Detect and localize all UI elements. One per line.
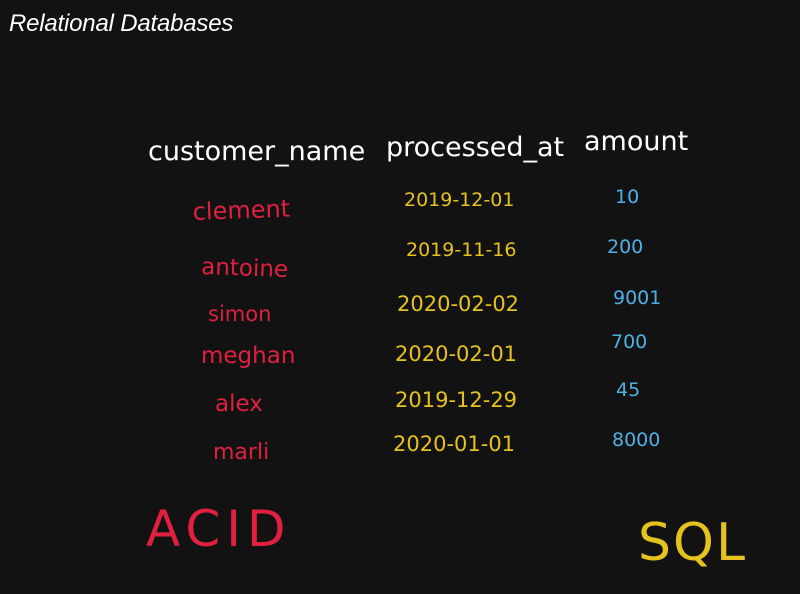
cell-processed-at: 2020-01-01	[393, 432, 515, 456]
header-amount: amount	[584, 126, 688, 157]
cell-processed-at: 2020-02-01	[395, 342, 517, 366]
cell-customer-name: alex	[215, 391, 263, 417]
header-processed-at: processed_at	[386, 132, 564, 163]
cell-processed-at: 2019-11-16	[406, 239, 516, 261]
sql-annotation: SQL	[638, 513, 747, 573]
cell-customer-name: antoine	[201, 254, 289, 283]
cell-processed-at: 2020-02-02	[397, 292, 519, 316]
cell-customer-name: meghan	[201, 343, 295, 369]
cell-amount: 200	[607, 236, 643, 258]
cell-customer-name: marli	[213, 440, 269, 465]
cell-customer-name: simon	[208, 302, 271, 326]
acid-annotation: ACID	[146, 500, 291, 558]
cell-amount: 700	[611, 331, 647, 353]
cell-processed-at: 2019-12-01	[404, 189, 514, 211]
cell-amount: 45	[616, 379, 640, 401]
cell-customer-name: clement	[192, 195, 290, 226]
cell-amount: 9001	[613, 287, 661, 309]
cell-processed-at: 2019-12-29	[395, 388, 517, 412]
cell-amount: 8000	[612, 429, 660, 451]
whiteboard-canvas: customer_name processed_at amount clemen…	[146, 126, 747, 573]
cell-amount: 10	[615, 186, 639, 208]
header-customer-name: customer_name	[148, 136, 365, 167]
